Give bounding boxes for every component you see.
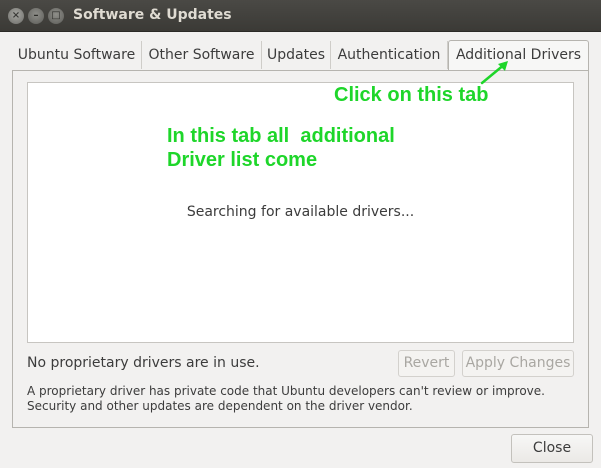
apply-changes-button[interactable]: Apply Changes (462, 350, 574, 377)
revert-button[interactable]: Revert (398, 350, 455, 377)
drivers-status-text: No proprietary drivers are in use. (27, 355, 260, 371)
annotation-list-hint-line1: In this tab all additional (167, 125, 395, 147)
close-window-icon[interactable]: × (8, 8, 24, 24)
annotation-tab-hint: Click on this tab (334, 84, 489, 106)
tab-authentication[interactable]: Authentication (331, 41, 448, 69)
proprietary-driver-description: A proprietary driver has private code th… (27, 384, 545, 413)
tab-updates[interactable]: Updates (262, 41, 331, 69)
tab-ubuntu-software[interactable]: Ubuntu Software (12, 41, 142, 69)
minimize-window-icon[interactable]: – (28, 8, 44, 24)
title-bar: × – □ Software & Updates (0, 0, 601, 32)
tab-additional-drivers[interactable]: Additional Drivers (448, 40, 589, 71)
close-button[interactable]: Close (511, 434, 593, 463)
tab-other-software[interactable]: Other Software (142, 41, 262, 69)
window-title: Software & Updates (73, 7, 232, 23)
annotation-list-hint: In this tab all additional Driver list c… (167, 124, 395, 172)
searching-message: Searching for available drivers... (186, 204, 415, 220)
drivers-list[interactable]: Searching for available drivers... (27, 82, 574, 343)
annotation-list-hint-line2: Driver list come (167, 149, 318, 171)
maximize-window-icon[interactable]: □ (48, 8, 64, 24)
annotation-arrow-icon (480, 61, 508, 85)
